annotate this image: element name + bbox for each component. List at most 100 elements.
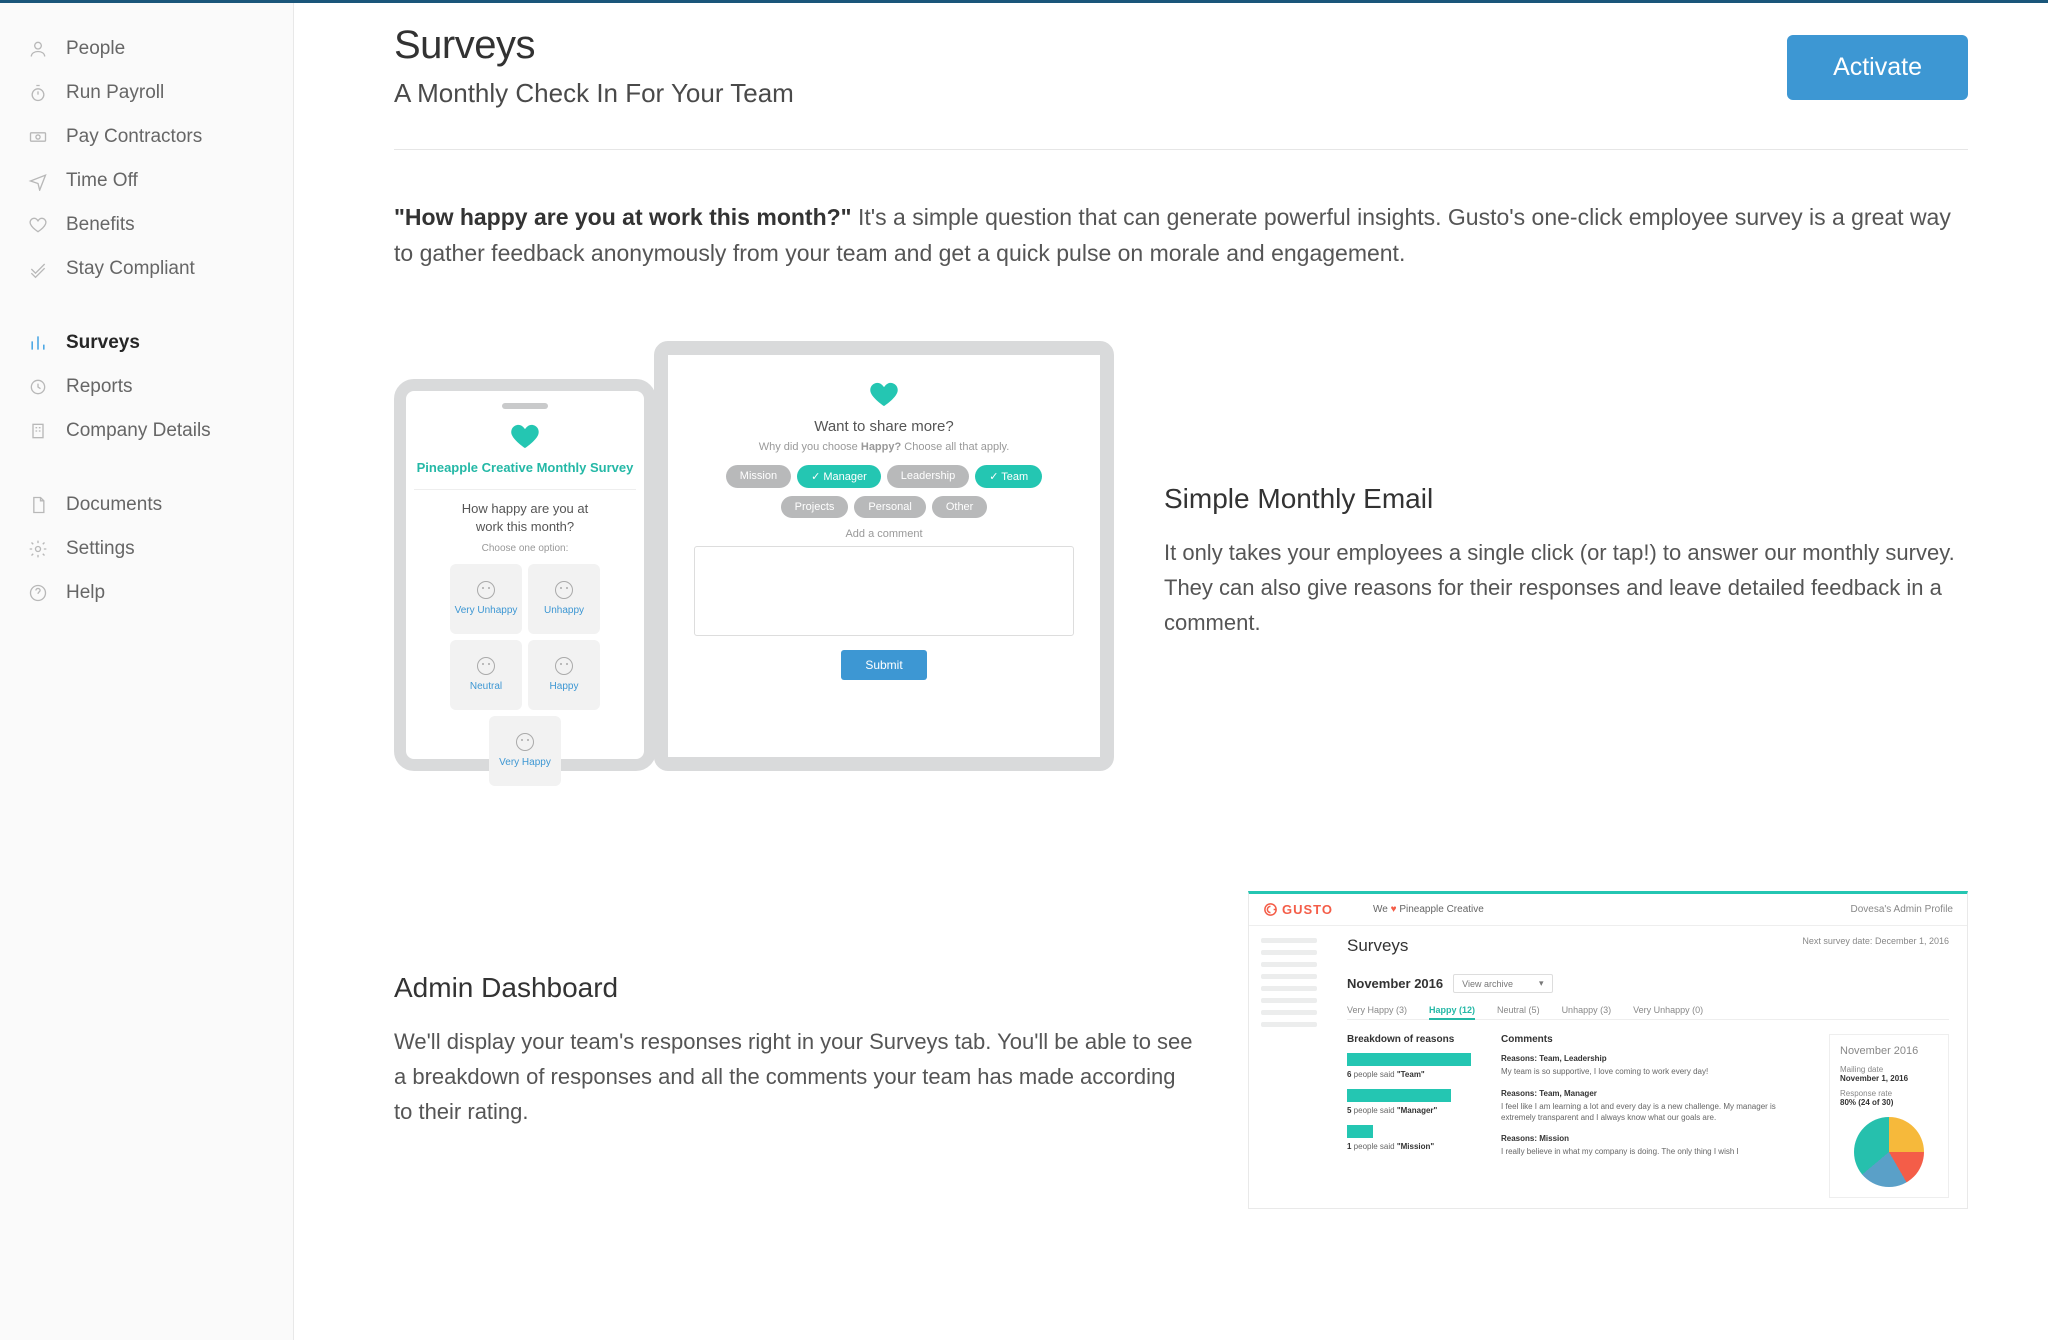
sidebar-item-label: Surveys (66, 332, 140, 354)
sidebar-item-stay-compliant[interactable]: Stay Compliant (0, 247, 293, 291)
check-icon (26, 257, 50, 281)
dashboard-tabs: Very Happy (3) Happy (12) Neutral (5) Un… (1347, 1005, 1949, 1020)
building-icon (26, 419, 50, 443)
pill-mission: Mission (726, 465, 791, 488)
main-content: Surveys A Monthly Check In For Your Team… (294, 3, 2048, 1340)
bar-label-1: 6 people said "Team" (1347, 1070, 1477, 1079)
phone-preview: Pineapple Creative Monthly Survey How ha… (394, 379, 656, 771)
dashboard-preview: GUSTO We ♥ Pineapple Creative Dovesa's A… (1248, 891, 1968, 1209)
view-archive-select: View archive▾ (1453, 974, 1552, 993)
gear-icon (26, 537, 50, 561)
heart-icon (414, 419, 636, 454)
sidebar-item-label: Company Details (66, 420, 211, 442)
tab-happy: Happy (12) (1429, 1005, 1475, 1020)
sidebar-item-label: Documents (66, 494, 162, 516)
choose-one-label: Choose one option: (414, 543, 636, 554)
add-comment-label: Add a comment (694, 528, 1074, 540)
feature-simple-email-desc: It only takes your employees a single cl… (1164, 535, 1968, 641)
we-love-company: We ♥ Pineapple Creative (1373, 904, 1484, 915)
feature-simple-email-title: Simple Monthly Email (1164, 483, 1968, 515)
bar-label-2: 5 people said "Manager" (1347, 1106, 1477, 1115)
question-line1: How happy are you at (414, 500, 636, 518)
heart-icon (694, 377, 1074, 412)
sidebar-item-label: Run Payroll (66, 82, 164, 104)
sidebar-item-label: People (66, 38, 125, 60)
sidebar-item-time-off[interactable]: Time Off (0, 159, 293, 203)
sidebar-item-label: Settings (66, 538, 135, 560)
money-icon (26, 125, 50, 149)
help-icon (26, 581, 50, 605)
sidebar-item-pay-contractors[interactable]: Pay Contractors (0, 115, 293, 159)
feature-admin-dash-desc: We'll display your team's responses righ… (394, 1024, 1198, 1130)
reason-pills-row1: Mission Manager Leadership Team (694, 465, 1074, 488)
option-very-unhappy: Very Unhappy (450, 564, 522, 634)
admin-profile-link: Dovesa's Admin Profile (1850, 904, 1953, 915)
submit-button-preview: Submit (841, 650, 926, 680)
pill-manager: Manager (797, 465, 881, 488)
dashboard-sidebar-placeholder (1249, 926, 1329, 1208)
phone-speaker (502, 403, 548, 409)
document-icon (26, 493, 50, 517)
sidebar-item-label: Time Off (66, 170, 138, 192)
feature-admin-dash-title: Admin Dashboard (394, 972, 1198, 1004)
next-survey-date: Next survey date: December 1, 2016 (1802, 936, 1949, 946)
page-subtitle: A Monthly Check In For Your Team (394, 78, 794, 109)
why-choose-text: Why did you choose Happy? Choose all tha… (694, 441, 1074, 453)
sidebar-item-label: Stay Compliant (66, 258, 195, 280)
sidebar-item-people[interactable]: People (0, 27, 293, 71)
tab-neutral: Neutral (5) (1497, 1005, 1540, 1015)
comment-1: Reasons: Team, LeadershipMy team is so s… (1501, 1053, 1805, 1077)
stopwatch-icon (26, 81, 50, 105)
tab-unhappy: Unhappy (3) (1562, 1005, 1612, 1015)
sidebar-item-label: Pay Contractors (66, 126, 202, 148)
pie-chart-icon (1854, 1117, 1924, 1187)
pill-projects: Projects (781, 496, 849, 518)
heart-icon (26, 213, 50, 237)
option-unhappy: Unhappy (528, 564, 600, 634)
plane-icon (26, 169, 50, 193)
option-very-happy: Very Happy (489, 716, 561, 786)
option-happy: Happy (528, 640, 600, 710)
sidebar-item-reports[interactable]: Reports (0, 365, 293, 409)
bars-icon (26, 331, 50, 355)
sidebar-item-settings[interactable]: Settings (0, 527, 293, 571)
comment-2: Reasons: Team, ManagerI feel like I am l… (1501, 1088, 1805, 1124)
pill-other: Other (932, 496, 988, 518)
page-title: Surveys (394, 23, 794, 68)
divider (394, 149, 1968, 150)
sidebar-item-documents[interactable]: Documents (0, 483, 293, 527)
comments-heading: Comments (1501, 1034, 1805, 1045)
bar-label-3: 1 people said "Mission" (1347, 1142, 1477, 1151)
tab-very-unhappy: Very Unhappy (0) (1633, 1005, 1703, 1015)
sidebar-item-benefits[interactable]: Benefits (0, 203, 293, 247)
intro-text: "How happy are you at work this month?" … (394, 200, 1968, 271)
breakdown-heading: Breakdown of reasons (1347, 1034, 1477, 1045)
activate-button[interactable]: Activate (1787, 35, 1968, 100)
sidebar-item-label: Help (66, 582, 105, 604)
option-neutral: Neutral (450, 640, 522, 710)
gusto-logo: GUSTO (1263, 902, 1333, 917)
dashboard-month: November 2016 (1347, 976, 1443, 991)
reason-pills-row2: Projects Personal Other (694, 496, 1074, 518)
survey-devices-preview: Want to share more? Why did you choose H… (394, 341, 1114, 781)
person-icon (26, 37, 50, 61)
sidebar: People Run Payroll Pay Contractors Time … (0, 3, 294, 1340)
tablet-preview: Want to share more? Why did you choose H… (654, 341, 1114, 771)
sidebar-item-label: Reports (66, 376, 133, 398)
share-more-title: Want to share more? (694, 418, 1074, 435)
company-survey-title: Pineapple Creative Monthly Survey (414, 460, 636, 483)
sidebar-item-help[interactable]: Help (0, 571, 293, 615)
clock-icon (26, 375, 50, 399)
intro-bold: "How happy are you at work this month?" (394, 204, 852, 230)
pill-leadership: Leadership (887, 465, 969, 488)
summary-card: November 2016 Mailing date November 1, 2… (1829, 1034, 1949, 1198)
tab-very-happy: Very Happy (3) (1347, 1005, 1407, 1015)
comment-3: Reasons: MissionI really believe in what… (1501, 1133, 1805, 1157)
sidebar-item-run-payroll[interactable]: Run Payroll (0, 71, 293, 115)
pill-team: Team (975, 465, 1042, 488)
sidebar-item-label: Benefits (66, 214, 135, 236)
sidebar-item-surveys[interactable]: Surveys (0, 321, 293, 365)
comment-box (694, 546, 1074, 636)
sidebar-item-company-details[interactable]: Company Details (0, 409, 293, 453)
question-line2: work this month? (414, 518, 636, 536)
